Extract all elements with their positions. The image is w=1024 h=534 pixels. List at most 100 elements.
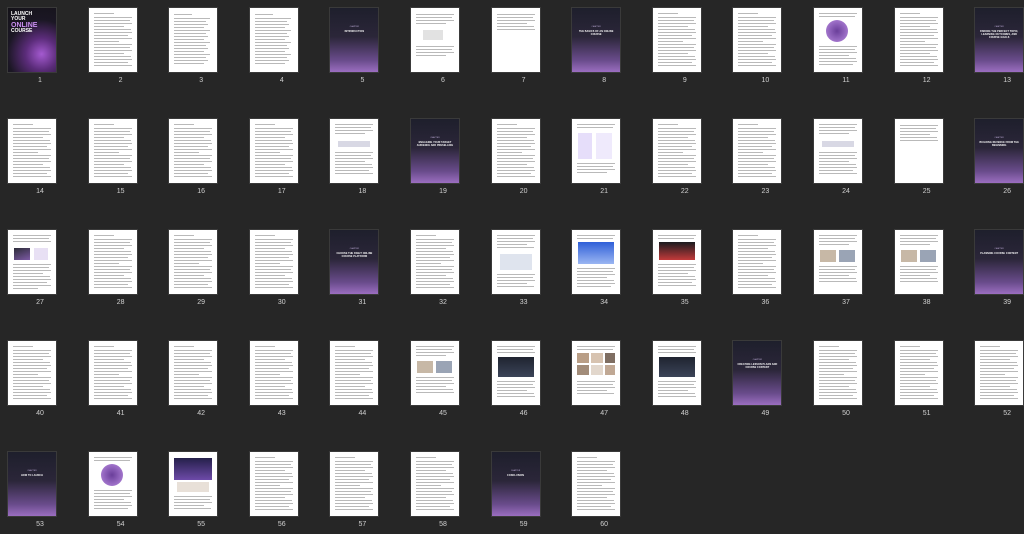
page-preview[interactable] (169, 8, 218, 72)
page-preview[interactable] (491, 341, 540, 405)
page-preview[interactable] (88, 452, 137, 516)
page-thumbnail[interactable]: CHAPTER CHOOSE THE RIGHT ONLINE COURSE PL… (322, 222, 402, 308)
page-thumbnail[interactable]: 38 (887, 222, 967, 308)
page-preview[interactable] (8, 119, 56, 183)
page-thumbnail[interactable]: 27 (0, 222, 80, 308)
page-thumbnail[interactable]: 33 (484, 222, 564, 308)
page-preview[interactable]: CHAPTER PLANNING COURSE CONTENT (975, 230, 1024, 294)
page-thumbnail[interactable]: 40 (0, 333, 80, 419)
page-thumbnail[interactable]: 57 (322, 444, 402, 530)
page-thumbnail[interactable]: CHAPTER PLANNING COURSE CONTENT 39 (967, 222, 1024, 308)
page-thumbnail[interactable]: 24 (806, 111, 886, 197)
page-preview[interactable] (652, 119, 701, 183)
page-preview[interactable]: CHAPTER FINDING THE PERFECT TOPIC, LEARNI… (975, 8, 1024, 72)
page-thumbnail[interactable]: 55 (161, 444, 241, 530)
page-thumbnail[interactable]: 7 (484, 0, 564, 86)
page-preview[interactable]: CHAPTER CHOOSE THE RIGHT ONLINE COURSE PL… (330, 230, 379, 294)
page-preview[interactable] (814, 119, 862, 183)
page-preview[interactable] (411, 341, 459, 405)
page-thumbnail[interactable]: CHAPTER INTRODUCTION 5 (322, 0, 402, 86)
page-thumbnail[interactable]: 16 (161, 111, 241, 197)
page-thumbnail[interactable]: 10 (725, 0, 805, 86)
page-preview[interactable] (8, 230, 56, 294)
page-preview[interactable] (88, 119, 137, 183)
page-thumbnail[interactable]: 22 (645, 111, 725, 197)
page-preview[interactable]: CHAPTER BUILDING REVENUE FROM THE BEGINNI… (975, 119, 1024, 183)
page-preview[interactable] (249, 230, 298, 294)
page-thumbnail[interactable]: 43 (242, 333, 322, 419)
page-thumbnail[interactable]: CHAPTER THE BASICS OF AN ONLINE COURSE 8 (564, 0, 644, 86)
page-thumbnail[interactable]: LAUNCH YOUR ONLINE COURSE 1 (0, 0, 80, 86)
page-preview[interactable]: CHAPTER INTRODUCTION (330, 8, 379, 72)
page-thumbnail[interactable]: 2 (81, 0, 161, 86)
page-thumbnail[interactable]: CHAPTER ENGAGING YOUR TARGET AUDIENCE AND… (403, 111, 483, 197)
page-thumbnail[interactable]: 35 (645, 222, 725, 308)
page-thumbnail[interactable]: CHAPTER FINDING THE PERFECT TOPIC, LEARNI… (967, 0, 1024, 86)
page-preview[interactable] (169, 119, 218, 183)
page-thumbnail[interactable]: 46 (484, 333, 564, 419)
page-thumbnail[interactable]: 4 (242, 0, 322, 86)
page-preview[interactable] (491, 230, 540, 294)
page-preview[interactable] (572, 119, 621, 183)
page-thumbnail[interactable]: 41 (81, 333, 161, 419)
page-thumbnail[interactable]: 48 (645, 333, 725, 419)
page-preview[interactable] (411, 452, 459, 516)
page-preview[interactable] (88, 8, 137, 72)
page-thumbnail[interactable]: 17 (242, 111, 322, 197)
page-thumbnail[interactable]: 42 (161, 333, 241, 419)
page-preview[interactable] (249, 8, 298, 72)
page-thumbnail[interactable]: 6 (403, 0, 483, 86)
page-thumbnail[interactable]: 34 (564, 222, 644, 308)
page-thumbnail[interactable]: 15 (81, 111, 161, 197)
page-preview[interactable] (894, 341, 943, 405)
page-thumbnail[interactable]: 25 (887, 111, 967, 197)
page-thumbnail[interactable]: CHAPTER CREATING LESSON PLANS AND COURSE … (725, 333, 805, 419)
page-preview[interactable] (814, 341, 862, 405)
page-thumbnail[interactable]: CHAPTER CONCLUSION 59 (484, 444, 564, 530)
page-preview[interactable] (88, 230, 137, 294)
page-thumbnail[interactable]: 60 (564, 444, 644, 530)
page-preview[interactable] (814, 230, 862, 294)
page-thumbnail[interactable]: 18 (322, 111, 402, 197)
page-thumbnail[interactable]: 44 (322, 333, 402, 419)
page-thumbnail[interactable]: 32 (403, 222, 483, 308)
page-preview[interactable] (169, 341, 218, 405)
page-thumbnail[interactable]: 11 (806, 0, 886, 86)
page-preview[interactable] (411, 8, 459, 72)
page-preview[interactable] (249, 119, 298, 183)
page-thumbnail[interactable]: CHAPTER BUILDING REVENUE FROM THE BEGINNI… (967, 111, 1024, 197)
page-thumbnail[interactable]: 29 (161, 222, 241, 308)
page-preview[interactable]: CHAPTER CONCLUSION (491, 452, 540, 516)
page-preview[interactable] (733, 119, 782, 183)
page-thumbnail[interactable]: 9 (645, 0, 725, 86)
page-preview[interactable] (169, 452, 218, 516)
page-preview[interactable] (572, 230, 621, 294)
page-preview[interactable] (169, 230, 218, 294)
page-preview[interactable] (330, 119, 379, 183)
page-preview[interactable]: CHAPTER THE BASICS OF AN ONLINE COURSE (572, 8, 621, 72)
page-thumbnail[interactable]: 28 (81, 222, 161, 308)
page-preview[interactable]: CHAPTER CREATING LESSON PLANS AND COURSE … (733, 341, 782, 405)
page-thumbnail[interactable]: 47 (564, 333, 644, 419)
page-thumbnail[interactable]: 37 (806, 222, 886, 308)
page-thumbnail[interactable]: 23 (725, 111, 805, 197)
page-preview[interactable] (249, 452, 298, 516)
page-thumbnail[interactable]: 36 (725, 222, 805, 308)
page-preview[interactable]: LAUNCH YOUR ONLINE COURSE (8, 8, 56, 72)
page-thumbnail[interactable]: CHAPTER HOW TO LAUNCH 53 (0, 444, 80, 530)
page-preview[interactable] (652, 8, 701, 72)
page-thumbnail[interactable]: 12 (887, 0, 967, 86)
page-preview[interactable] (491, 8, 540, 72)
page-thumbnail[interactable]: 21 (564, 111, 644, 197)
page-thumbnail[interactable]: 30 (242, 222, 322, 308)
page-preview[interactable] (330, 452, 379, 516)
page-preview[interactable] (8, 341, 56, 405)
page-preview[interactable] (975, 341, 1024, 405)
page-preview[interactable]: CHAPTER HOW TO LAUNCH (8, 452, 56, 516)
page-preview[interactable] (733, 230, 782, 294)
page-thumbnail[interactable]: 56 (242, 444, 322, 530)
page-preview[interactable] (330, 341, 379, 405)
page-preview[interactable] (652, 230, 701, 294)
page-preview[interactable] (733, 8, 782, 72)
page-thumbnail[interactable]: 20 (484, 111, 564, 197)
